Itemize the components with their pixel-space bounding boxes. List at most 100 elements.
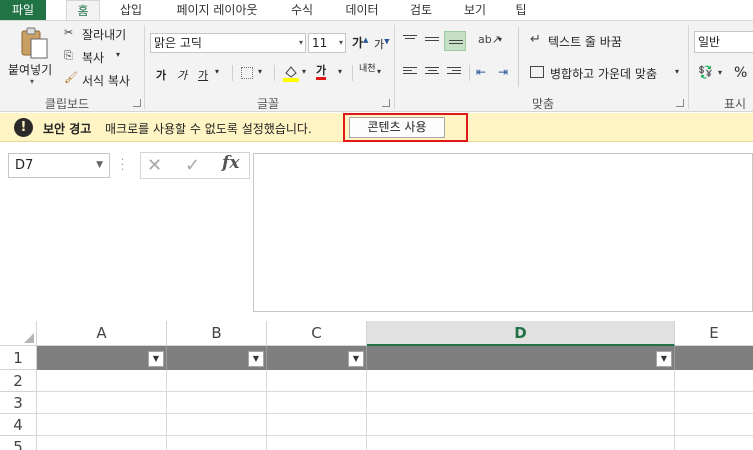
merge-dropdown-icon[interactable]: ▾ <box>675 67 679 76</box>
font-size-combo[interactable]: 11 ▾ <box>308 33 346 53</box>
insert-function-icon[interactable]: fx <box>222 153 239 173</box>
font-name-value: 맑은 고딕 <box>154 36 202 50</box>
alignment-group-label: 맞춤 <box>531 97 555 111</box>
paste-button[interactable]: 붙여넣기 <box>8 61 52 78</box>
gridline <box>166 370 167 450</box>
formula-bar-area: D7 ▼ · · · ✕ ✓ fx <box>0 143 753 318</box>
tab-insert[interactable]: 삽입 <box>110 0 152 20</box>
copy-dropdown-icon[interactable]: ▾ <box>116 50 120 59</box>
highlight-box <box>343 113 468 142</box>
fill-color-dropdown-icon[interactable]: ▾ <box>302 67 306 76</box>
shrink-font-button[interactable]: 가▼ <box>374 36 390 52</box>
number-group-label: 표시 <box>724 97 747 111</box>
orientation-dropdown-icon[interactable]: ▾ <box>498 35 502 44</box>
copy-button[interactable]: 복사 <box>82 49 104 66</box>
font-color-button[interactable]: 가 <box>316 64 327 80</box>
font-group-label: 글꼴 <box>256 97 280 111</box>
table-header-cell-c[interactable]: ▼ <box>267 346 367 370</box>
alignment-launcher-icon[interactable] <box>676 99 684 107</box>
format-painter-icon: 🖌 <box>64 71 78 84</box>
name-box-value: D7 <box>15 158 34 173</box>
paste-dropdown-icon[interactable]: ▾ <box>30 77 34 86</box>
table-header-cell-b[interactable]: ▼ <box>167 346 267 370</box>
tab-formulas[interactable]: 수식 <box>283 0 321 20</box>
divider <box>352 65 353 81</box>
enter-icon[interactable]: ✓ <box>185 155 200 176</box>
clipboard-group-label: 클립보드 <box>44 97 90 111</box>
row-header-2[interactable]: 2 <box>0 370 37 392</box>
formula-input[interactable] <box>253 153 753 312</box>
column-header-c[interactable]: C <box>267 321 367 346</box>
table-header-cell-d[interactable]: ▼ <box>367 346 675 370</box>
gridline <box>366 370 367 450</box>
borders-dropdown-icon[interactable]: ▾ <box>258 67 262 76</box>
row-header-5[interactable]: 5 <box>0 436 37 450</box>
currency-dropdown-icon[interactable]: ▾ <box>718 68 722 77</box>
decrease-indent-icon[interactable]: ⇤ <box>476 65 486 79</box>
cancel-icon[interactable]: ✕ <box>147 155 162 176</box>
percent-button[interactable]: % <box>734 65 747 81</box>
filter-dropdown-icon[interactable]: ▼ <box>348 351 364 367</box>
column-header-a[interactable]: A <box>37 321 167 346</box>
currency-icon[interactable]: 💱 <box>698 65 713 79</box>
tab-tips[interactable]: 팁 <box>508 0 534 20</box>
align-middle-icon[interactable] <box>425 37 439 49</box>
tab-file[interactable]: 파일 <box>0 0 46 20</box>
column-header-b[interactable]: B <box>167 321 267 346</box>
underline-button[interactable]: 가 <box>198 67 208 83</box>
row-header-4[interactable]: 4 <box>0 414 37 436</box>
format-painter-button[interactable]: 서식 복사 <box>82 72 130 89</box>
wrap-text-icon: ↵ <box>530 32 541 47</box>
filter-dropdown-icon[interactable]: ▼ <box>248 351 264 367</box>
underline-dropdown-icon[interactable]: ▾ <box>215 67 219 76</box>
chevron-down-icon: ▾ <box>338 38 343 47</box>
increase-indent-icon[interactable]: ⇥ <box>498 65 508 79</box>
tab-review[interactable]: 검토 <box>402 0 440 20</box>
wrap-text-button[interactable]: 텍스트 줄 바꿈 <box>548 33 622 50</box>
phonetic-button[interactable]: 내천 <box>359 65 376 74</box>
font-launcher-icon[interactable] <box>382 99 390 107</box>
cut-button[interactable]: 잘라내기 <box>82 26 126 43</box>
column-header-e[interactable]: E <box>675 321 753 346</box>
name-box[interactable]: D7 ▼ <box>8 153 110 178</box>
number-format-value: 일반 <box>698 35 721 49</box>
row-header-3[interactable]: 3 <box>0 392 37 414</box>
number-format-combo[interactable]: 일반 <box>694 31 753 53</box>
align-top-icon[interactable] <box>403 35 417 47</box>
phonetic-dropdown-icon[interactable]: ▾ <box>377 67 381 76</box>
italic-button[interactable]: 가 <box>177 67 187 83</box>
tab-home[interactable]: 홈 <box>66 0 100 21</box>
gridline <box>37 391 753 392</box>
gridline <box>674 370 675 450</box>
paste-icon[interactable] <box>14 27 52 59</box>
tab-page-layout[interactable]: 페이지 레이아웃 <box>170 0 264 20</box>
align-center-icon[interactable] <box>425 67 439 79</box>
column-header-d[interactable]: D <box>367 321 675 346</box>
group-divider <box>144 25 145 109</box>
chevron-down-icon[interactable]: ▼ <box>96 154 103 177</box>
font-color-dropdown-icon[interactable]: ▾ <box>338 67 342 76</box>
tab-data[interactable]: 데이터 <box>338 0 386 20</box>
fill-color-icon[interactable] <box>283 64 299 82</box>
font-name-combo[interactable]: 맑은 고딕 ▾ <box>150 33 306 53</box>
clipboard-launcher-icon[interactable] <box>133 99 141 107</box>
formula-bar-grip-icon[interactable]: · · · <box>121 156 124 176</box>
borders-icon[interactable] <box>241 67 253 79</box>
table-header-cell-a[interactable]: ▼ <box>37 346 167 370</box>
copy-icon: ⎘ <box>64 49 73 62</box>
merge-center-button[interactable]: 병합하고 가운데 맞춤 <box>550 65 657 82</box>
filter-dropdown-icon[interactable]: ▼ <box>656 351 672 367</box>
table-header-cell-e[interactable] <box>675 346 753 370</box>
ribbon: 붙여넣기 ▾ ✂ 잘라내기 ⎘ 복사 ▾ 🖌 서식 복사 클립보드 맑은 고딕 … <box>0 20 753 112</box>
align-bottom-button[interactable] <box>444 31 466 51</box>
row-header-1[interactable]: 1 <box>0 346 37 370</box>
gridline <box>37 435 753 436</box>
align-left-icon[interactable] <box>403 67 417 79</box>
filter-dropdown-icon[interactable]: ▼ <box>148 351 164 367</box>
align-right-icon[interactable] <box>447 67 461 79</box>
grow-font-button[interactable]: 가▲ <box>352 34 368 51</box>
divider <box>469 65 470 81</box>
tab-view[interactable]: 보기 <box>456 0 494 20</box>
divider <box>274 65 275 81</box>
bold-button[interactable]: 가 <box>156 67 166 83</box>
